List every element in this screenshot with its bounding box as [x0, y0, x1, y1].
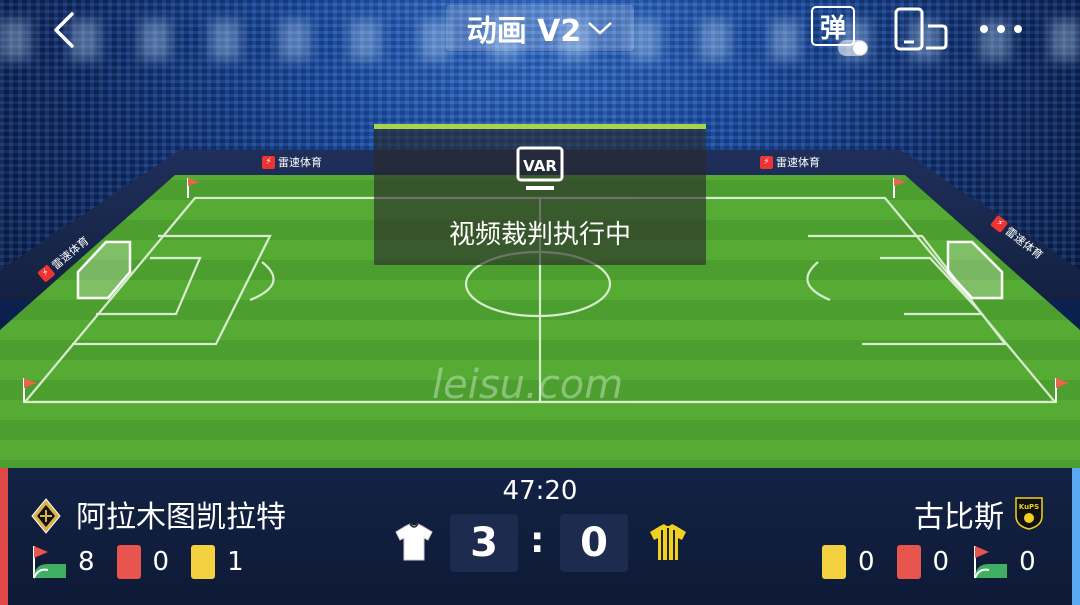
away-corners: 0 — [1019, 547, 1036, 577]
yellow-card-icon — [822, 545, 846, 579]
home-team-logo — [31, 498, 61, 534]
match-clock: 47:20 — [502, 476, 578, 506]
animation-mode-dropdown[interactable]: 动画 V2 — [446, 5, 634, 51]
chevron-down-icon — [588, 22, 613, 35]
mode-label: 动画 V2 — [466, 14, 582, 49]
var-monitor-icon: VAR — [516, 146, 564, 190]
home-red-cards: 0 — [152, 547, 170, 577]
away-logo-text: KuPS — [1019, 503, 1039, 511]
away-color-stripe — [1072, 468, 1080, 605]
home-score: 3 — [450, 514, 518, 572]
danmu-toggle-button[interactable]: 弹 — [808, 4, 872, 58]
var-panel: VAR 视频裁判执行中 — [374, 124, 706, 265]
more-options-icon[interactable] — [974, 14, 1028, 44]
away-stats: 0 0 0 — [822, 542, 1036, 582]
sponsor-logo: ⚡ 雷速体育 — [262, 154, 322, 170]
home-stats: 8 0 1 — [30, 542, 266, 582]
corner-kick-icon — [974, 546, 1008, 579]
home-corners: 8 — [78, 547, 95, 577]
home-color-stripe — [0, 468, 8, 605]
sponsor-text: 雷速体育 — [278, 156, 322, 169]
back-arrow-icon[interactable] — [46, 10, 86, 50]
scoreboard: 阿拉木图凯拉特 47:20 3 : 0 古比斯 KuPS 8 0 1 0 0 0 — [0, 468, 1080, 605]
away-team-name: 古比斯 — [914, 500, 1004, 535]
home-jersey-icon — [395, 523, 433, 561]
away-yellow-cards: 0 — [858, 547, 875, 577]
stadium-view: ⚡ 雷速体育 ⚡ 雷速体育 ⚡ 雷速体育 ⚡ 雷速体育 leisu.com VAR 视频… — [0, 0, 1080, 468]
home-yellow-cards: 1 — [227, 547, 244, 577]
away-jersey-icon — [650, 524, 686, 560]
yellow-card-icon — [191, 545, 216, 579]
score-separator: : — [530, 520, 545, 561]
corner-kick-icon — [33, 546, 66, 579]
away-red-cards: 0 — [932, 547, 950, 577]
var-status-text: 视频裁判执行中 — [448, 220, 631, 250]
screen-rotate-icon[interactable] — [890, 6, 950, 56]
sponsor-text: 雷速体育 — [776, 156, 820, 169]
var-badge-text: VAR — [523, 157, 557, 175]
sponsor-logo: ⚡ 雷速体育 — [760, 154, 820, 170]
var-progress-bar — [374, 124, 706, 129]
watermark: leisu.com — [432, 362, 624, 408]
red-card-icon — [896, 545, 921, 579]
danmu-switch — [838, 40, 868, 56]
red-card-icon — [116, 545, 141, 579]
away-score: 0 — [560, 514, 628, 572]
away-team-logo: KuPS — [1015, 497, 1043, 530]
home-team-name: 阿拉木图凯拉特 — [76, 500, 286, 535]
top-bar: 动画 V2 弹 — [0, 0, 1080, 60]
